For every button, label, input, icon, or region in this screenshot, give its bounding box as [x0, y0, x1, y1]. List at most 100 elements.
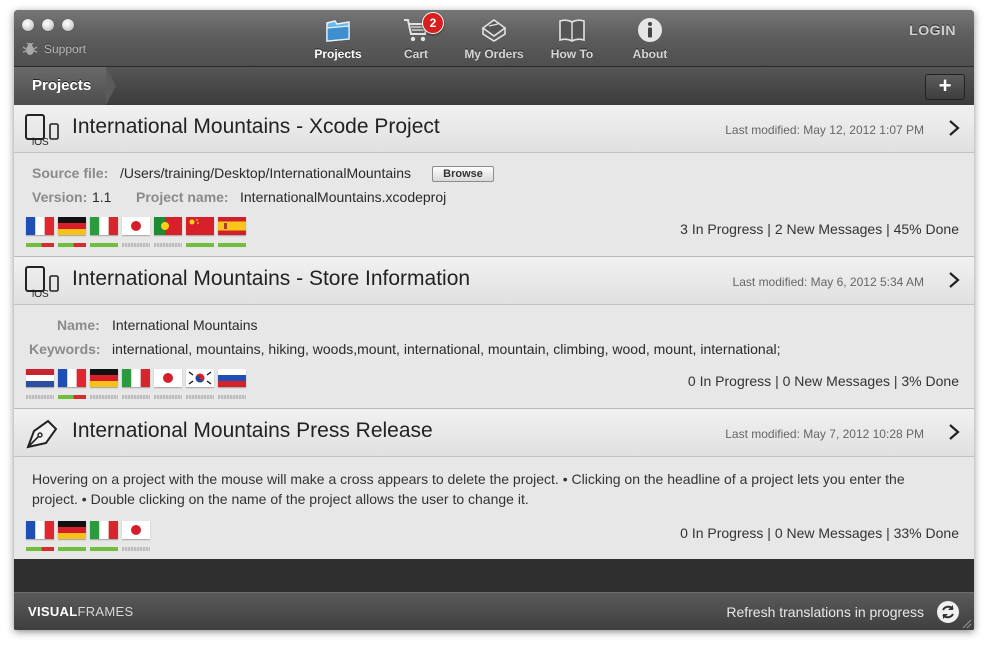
support-link[interactable]: Support — [22, 42, 86, 56]
add-project-button[interactable]: + — [925, 74, 965, 100]
france-flag-icon — [26, 217, 54, 235]
portugal-flag-icon — [154, 217, 182, 235]
toolbar-my-orders-label: My Orders — [464, 47, 524, 61]
flag-italy[interactable] — [90, 217, 118, 247]
breadcrumb[interactable]: Projects — [14, 67, 116, 105]
brand-logo: VISUALFRAMES — [28, 604, 133, 619]
flag-portugal[interactable] — [154, 217, 182, 247]
refresh-icon[interactable] — [936, 600, 960, 624]
support-label: Support — [44, 42, 87, 56]
platform-label: iOS — [32, 137, 49, 148]
flag-japan[interactable] — [122, 217, 150, 247]
japan-flag-icon — [122, 521, 150, 539]
breadcrumb-label: Projects — [32, 77, 92, 94]
toolbar: Support Projects 2 Cart My Orders How To… — [14, 10, 974, 66]
germany-flag-icon — [58, 217, 86, 235]
toolbar-projects[interactable]: Projects — [298, 12, 378, 64]
project-header[interactable]: iOS International Mountains - Xcode Proj… — [14, 105, 974, 153]
login-button[interactable]: LOGIN — [909, 22, 956, 38]
breadcrumb-bar: Projects + — [14, 66, 974, 105]
toolbar-about[interactable]: About — [610, 12, 690, 64]
bug-icon — [22, 42, 38, 55]
minimize-window-button[interactable] — [42, 19, 54, 31]
translation-status-bar — [186, 243, 214, 247]
toolbar-cart[interactable]: 2 Cart — [376, 12, 456, 64]
flag-germany[interactable] — [58, 217, 86, 247]
status-footer: VISUALFRAMES Refresh translations in pro… — [14, 592, 974, 630]
toolbar-my-orders[interactable]: My Orders — [454, 12, 534, 64]
korea-flag-icon — [186, 369, 214, 387]
translation-status-bar — [122, 395, 150, 399]
translation-status-bar — [122, 243, 150, 247]
project-title[interactable]: International Mountains - Store Informat… — [72, 267, 470, 291]
source-file-label: Source file: — [32, 165, 109, 181]
last-modified: Last modified: May 6, 2012 5:34 AM — [732, 275, 924, 289]
cart-badge: 2 — [422, 12, 444, 34]
flag-japan[interactable] — [122, 521, 150, 551]
source-file-value: /Users/training/Desktop/InternationalMou… — [120, 165, 412, 181]
translation-status-bar — [90, 547, 118, 551]
language-flags — [26, 521, 150, 551]
refresh-status: Refresh translations in progress — [726, 604, 924, 620]
germany-flag-icon — [58, 521, 86, 539]
france-flag-icon — [26, 521, 54, 539]
flag-germany[interactable] — [58, 521, 86, 551]
flag-japan[interactable] — [154, 369, 182, 399]
close-window-button[interactable] — [22, 19, 34, 31]
flag-france[interactable] — [26, 521, 54, 551]
flag-spain[interactable] — [218, 217, 246, 247]
zoom-window-button[interactable] — [62, 19, 74, 31]
version-value: 1.1 — [92, 189, 112, 205]
translation-status-bar — [58, 395, 86, 399]
project-card: iOS International Mountains - Store Info… — [14, 257, 974, 409]
project-title[interactable]: International Mountains - Xcode Project — [72, 115, 440, 139]
app-window: Support Projects 2 Cart My Orders How To… — [14, 10, 974, 630]
brand-bold: VISUAL — [28, 604, 78, 619]
project-card: iOS International Mountains - Xcode Proj… — [14, 105, 974, 257]
translation-status-bar — [90, 395, 118, 399]
flag-netherlands[interactable] — [26, 369, 54, 399]
translation-status-bar — [26, 243, 54, 247]
japan-flag-icon — [122, 217, 150, 235]
netherlands-flag-icon — [26, 369, 54, 387]
project-header[interactable]: iOS International Mountains - Store Info… — [14, 257, 974, 305]
flag-france[interactable] — [26, 217, 54, 247]
project-header[interactable]: International Mountains Press Release La… — [14, 409, 974, 457]
flag-china[interactable] — [186, 217, 214, 247]
russia-flag-icon — [218, 369, 246, 387]
keywords-label: Keywords: — [29, 341, 101, 357]
chevron-right-icon[interactable] — [948, 119, 960, 137]
toolbar-how-to[interactable]: How To — [532, 12, 612, 64]
translation-status-bar — [218, 395, 246, 399]
flag-germany[interactable] — [90, 369, 118, 399]
platform-label: iOS — [32, 289, 49, 300]
flag-italy[interactable] — [122, 369, 150, 399]
chevron-right-icon[interactable] — [948, 423, 960, 441]
translation-status-bar — [122, 547, 150, 551]
flag-france[interactable] — [58, 369, 86, 399]
project-title[interactable]: International Mountains Press Release — [72, 419, 433, 443]
project-name-value[interactable]: InternationalMountains.xcodeproj — [240, 189, 446, 205]
flag-russia[interactable] — [218, 369, 246, 399]
spain-flag-icon — [218, 217, 246, 235]
browse-button[interactable]: Browse — [432, 166, 494, 182]
brand-light: FRAMES — [77, 604, 134, 619]
book-icon — [559, 19, 585, 42]
project-card: International Mountains Press Release La… — [14, 409, 974, 559]
name-label: Name: — [57, 317, 100, 333]
project-name-label: Project name: — [136, 189, 229, 205]
info-icon — [638, 18, 662, 42]
france-flag-icon — [58, 369, 86, 387]
chevron-right-icon[interactable] — [948, 271, 960, 289]
italy-flag-icon — [122, 369, 150, 387]
project-list: iOS International Mountains - Xcode Proj… — [14, 105, 974, 559]
translation-status-bar — [26, 395, 54, 399]
flag-korea[interactable] — [186, 369, 214, 399]
translation-status-bar — [218, 243, 246, 247]
orders-icon — [481, 19, 507, 42]
project-description: Hovering on a project with the mouse wil… — [32, 471, 905, 507]
resize-grip-icon[interactable] — [962, 619, 972, 629]
japan-flag-icon — [154, 369, 182, 387]
folder-icon — [326, 20, 350, 42]
flag-italy[interactable] — [90, 521, 118, 551]
